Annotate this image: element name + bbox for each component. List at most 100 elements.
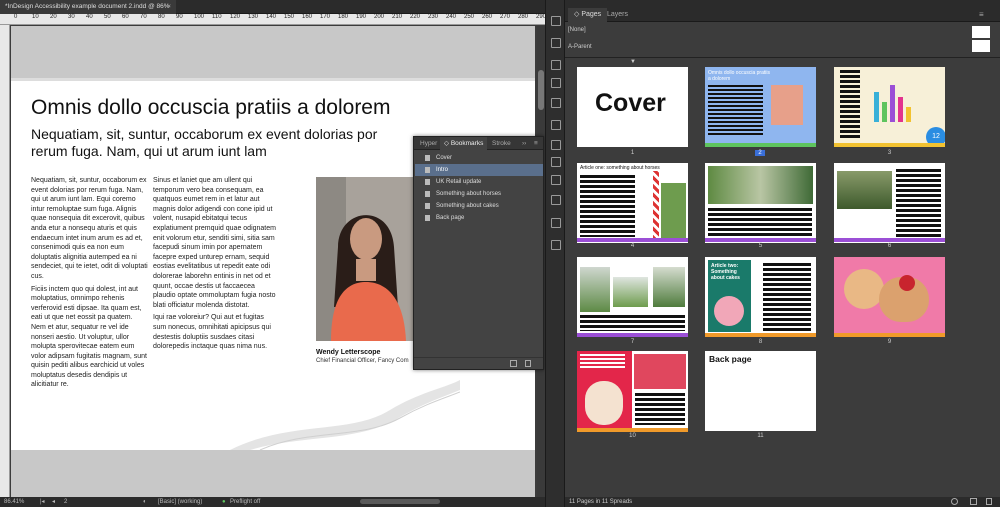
page-thumb-8[interactable]: Article two: Something about cakes bbox=[705, 257, 816, 337]
page-thumb-5[interactable] bbox=[705, 163, 816, 243]
page-thumb-2[interactable]: Omnis dollo occuscia pratiis a dolorem bbox=[705, 67, 816, 147]
page-number: 3 bbox=[887, 150, 892, 156]
bookmark-item[interactable]: Cover bbox=[415, 152, 543, 164]
page-thumb-10[interactable] bbox=[577, 351, 688, 431]
ruler-tick-label: 100 bbox=[194, 14, 205, 20]
trash-icon[interactable] bbox=[986, 498, 992, 505]
portrait-thumb bbox=[771, 85, 803, 125]
page-color-label bbox=[834, 333, 945, 337]
document-tab[interactable]: *InDesign Accessibility example document… bbox=[0, 0, 176, 14]
photo-caption-name[interactable]: Wendy Letterscope bbox=[316, 349, 380, 356]
portrait-photo[interactable] bbox=[316, 177, 413, 341]
pages-panel-tabs: ◇ Pages Layers ≡ bbox=[565, 0, 1000, 22]
text-block bbox=[840, 70, 860, 140]
tab-hyperlinks[interactable]: Hyper bbox=[416, 137, 441, 150]
tab-bookmarks[interactable]: ◇ Bookmarks bbox=[440, 137, 488, 150]
article-subheadline[interactable]: Nequatiam, sit, suntur, occaborum ex eve… bbox=[31, 126, 411, 160]
prev-page-icon[interactable]: ◂ bbox=[52, 497, 55, 507]
panel-menu-icon[interactable]: ≡ bbox=[979, 10, 984, 19]
pages-panel-icon[interactable] bbox=[551, 16, 561, 26]
text-block bbox=[580, 315, 685, 331]
text-column-1[interactable]: Nequatiam, sit, suntur, occaborum ex eve… bbox=[31, 176, 149, 393]
new-page-icon[interactable] bbox=[970, 498, 977, 505]
align-icon[interactable] bbox=[551, 218, 561, 228]
bookmark-item-selected[interactable]: Intro bbox=[415, 164, 543, 176]
table-icon[interactable] bbox=[551, 98, 561, 108]
page-thumb-3[interactable]: 12 bbox=[834, 67, 945, 147]
new-bookmark-icon[interactable] bbox=[510, 360, 517, 367]
preflight-profile[interactable]: [Basic] (working) bbox=[158, 497, 202, 507]
paragraph: Nequatiam, sit, suntur, occaborum ex eve… bbox=[31, 177, 148, 280]
close-tab-icon[interactable]: × bbox=[167, 0, 171, 14]
tab-layers[interactable]: Layers bbox=[601, 8, 634, 22]
bookmark-item[interactable]: Something about horses bbox=[415, 188, 543, 200]
trees-photo bbox=[661, 183, 686, 239]
bookmark-label: Something about cakes bbox=[436, 203, 499, 209]
paragraph: Ficiis inctem quo qui dolest, int aut mo… bbox=[31, 285, 147, 389]
page-number-field[interactable]: 2 bbox=[64, 497, 67, 507]
preflight-status[interactable]: Preflight off bbox=[230, 497, 260, 507]
panel-menu-icon[interactable]: ≡ bbox=[530, 137, 542, 150]
page-number: 4 bbox=[630, 243, 635, 249]
text-column-2[interactable]: Sinus et laniet que am ullent qui tempor… bbox=[153, 176, 278, 355]
paragraph-icon[interactable] bbox=[551, 38, 561, 48]
page-thumb-11[interactable]: Back page bbox=[705, 351, 816, 431]
hyperlinks-icon[interactable] bbox=[551, 240, 561, 250]
page-color-label bbox=[577, 428, 688, 432]
text-block bbox=[580, 175, 635, 237]
stroke-icon[interactable] bbox=[551, 175, 561, 185]
page-thumb-7[interactable] bbox=[577, 257, 688, 337]
zoom-level[interactable]: 86.41% bbox=[4, 497, 24, 507]
decorative-wave bbox=[230, 380, 460, 450]
bookmark-label: Back page bbox=[436, 215, 465, 221]
article-headline[interactable]: Omnis dollo occuscia pratiis a dolorem bbox=[31, 96, 390, 120]
paragraph-styles-icon[interactable] bbox=[551, 78, 561, 88]
bookmark-icon bbox=[425, 155, 430, 161]
page-thumb-1[interactable]: Cover bbox=[577, 67, 688, 147]
bookmark-label: Something about horses bbox=[436, 191, 502, 197]
page-thumb-4[interactable]: Article one: something about horses bbox=[577, 163, 688, 243]
racecourse-photo bbox=[708, 166, 813, 204]
cake-photo bbox=[714, 296, 744, 326]
trash-icon[interactable] bbox=[525, 360, 531, 367]
page-number-selected: 2 bbox=[755, 150, 765, 156]
ruler-tick-label: 240 bbox=[446, 14, 457, 20]
master-none[interactable]: [None] bbox=[568, 27, 586, 33]
tab-stroke[interactable]: Stroke bbox=[488, 137, 515, 150]
vertical-ruler[interactable] bbox=[0, 25, 10, 497]
photo-caption-role[interactable]: Chief Financial Officer, Fancy Com bbox=[316, 358, 409, 364]
bookmark-icon bbox=[425, 191, 430, 197]
people-photo bbox=[580, 267, 610, 312]
edit-page-size-icon[interactable] bbox=[951, 498, 958, 505]
page-color-label bbox=[705, 333, 816, 337]
master-a-parent[interactable]: A-Parent bbox=[568, 44, 592, 50]
vertical-scroll-thumb[interactable] bbox=[538, 70, 544, 110]
page-number: 7 bbox=[630, 339, 635, 345]
ruler-tick-label: 70 bbox=[140, 14, 147, 20]
bookmark-label: UK Retail update bbox=[436, 179, 482, 185]
ruler-tick-label: 40 bbox=[86, 14, 93, 20]
panel-icon-strip bbox=[545, 0, 565, 507]
gradient-icon[interactable] bbox=[551, 195, 561, 205]
master-none-thumb[interactable] bbox=[972, 26, 990, 38]
barber-pole bbox=[653, 171, 659, 239]
horizontal-ruler[interactable]: 0 10 20 30 40 50 60 70 80 90 100 110 120 130 140 150 160… bbox=[0, 14, 546, 25]
master-a-parent-thumb[interactable] bbox=[972, 40, 990, 52]
bookmark-item[interactable]: Something about cakes bbox=[415, 200, 543, 212]
bookmark-item[interactable]: Back page bbox=[415, 212, 543, 224]
first-page-icon[interactable]: |◂ bbox=[40, 497, 45, 507]
collapse-icon[interactable]: ›› bbox=[518, 137, 530, 150]
page-thumb-9[interactable] bbox=[834, 257, 945, 337]
ruler-tick-label: 200 bbox=[374, 14, 385, 20]
bookmarks-icon[interactable] bbox=[551, 157, 561, 167]
horizontal-scroll-thumb[interactable] bbox=[360, 499, 440, 504]
bookmark-item[interactable]: UK Retail update bbox=[415, 176, 543, 188]
links-icon[interactable] bbox=[551, 120, 561, 130]
character-icon[interactable] bbox=[551, 60, 561, 70]
page-thumb-6[interactable] bbox=[834, 163, 945, 243]
paragraph: Iqui rae voloreiur? Qui aut et fugitas s… bbox=[153, 314, 271, 351]
effects-icon[interactable] bbox=[551, 140, 561, 150]
bookmark-icon bbox=[425, 167, 430, 173]
ruler-tick-label: 120 bbox=[230, 14, 241, 20]
page-8-headline: Article two: Something about cakes bbox=[711, 263, 740, 281]
